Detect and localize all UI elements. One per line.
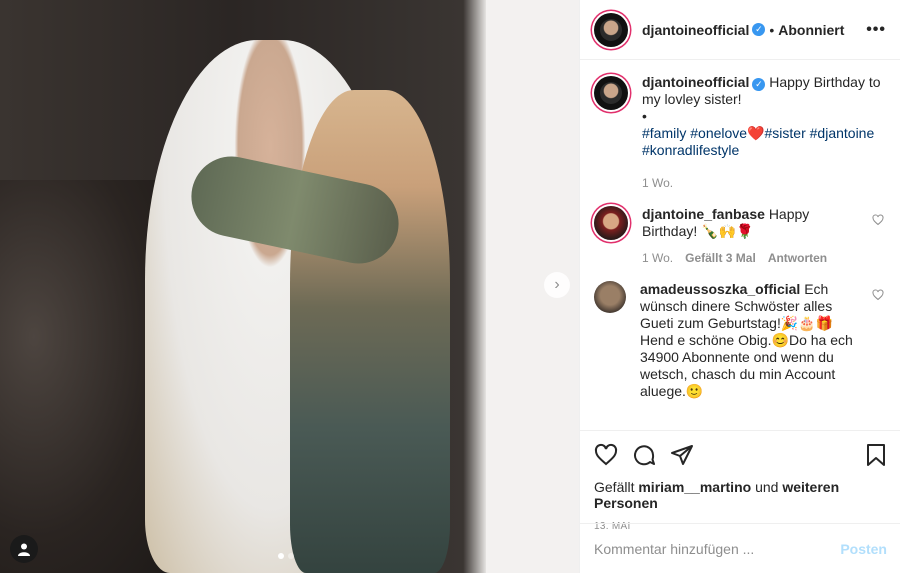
caption-author-avatar[interactable] xyxy=(594,76,628,110)
like-comment-heart-icon[interactable] xyxy=(872,214,884,226)
like-heart-icon[interactable] xyxy=(594,443,618,467)
commenter-avatar[interactable] xyxy=(594,281,626,313)
comment-body: djantoine_fanbase Happy Birthday! 🍾🙌🌹 1 … xyxy=(642,206,864,267)
carousel-dot xyxy=(288,553,294,559)
photo-woman xyxy=(290,90,450,573)
caption-row: djantoineofficial ✓ Happy Birthday to my … xyxy=(594,74,884,192)
likes-user-link[interactable]: miriam__martino xyxy=(638,479,751,495)
separator-dot: • xyxy=(769,21,775,38)
comment-meta: 1 Wo. Gefällt 3 Mal Antworten xyxy=(642,250,864,267)
likes-summary: Gefällt miriam__martino und weiteren Per… xyxy=(594,479,887,511)
comment-row: amadeussoszka_official Ech wünsch dinere… xyxy=(594,281,884,400)
caption-time[interactable]: 1 Wo. xyxy=(642,175,673,192)
hashtag-link[interactable]: #onelove xyxy=(690,125,747,141)
comment-bubble-icon[interactable] xyxy=(632,443,656,467)
comment-likes[interactable]: Gefällt 3 Mal xyxy=(685,250,756,267)
tagged-users-button[interactable] xyxy=(10,535,38,563)
comments-list: djantoineofficial ✓ Happy Birthday to my … xyxy=(580,60,900,430)
avatar-face xyxy=(600,18,622,41)
author-username[interactable]: djantoineofficial xyxy=(642,22,749,38)
caption-body: djantoineofficial ✓ Happy Birthday to my … xyxy=(642,74,884,192)
hashtag-link[interactable]: #family xyxy=(642,125,686,141)
likes-mid: und xyxy=(755,479,779,495)
action-bar xyxy=(594,431,887,479)
avatar-face xyxy=(600,82,622,104)
post-actions-area: Gefällt miriam__martino und weiteren Per… xyxy=(580,430,900,532)
verified-badge-icon: ✓ xyxy=(752,23,766,36)
caption-bullet: • xyxy=(642,108,647,124)
follow-status-button[interactable]: Abonniert xyxy=(778,22,844,38)
more-options-icon[interactable]: ••• xyxy=(866,21,886,39)
post-header: djantoineofficial ✓ • Abonniert ••• xyxy=(580,0,900,60)
like-comment-heart-icon[interactable] xyxy=(872,289,884,301)
comment-time[interactable]: 1 Wo. xyxy=(642,250,673,267)
post-side-panel: djantoineofficial ✓ • Abonniert ••• djan… xyxy=(579,0,900,573)
author-avatar[interactable] xyxy=(594,12,628,47)
comment-username[interactable]: amadeussoszka_official xyxy=(640,281,800,297)
share-paper-plane-icon[interactable] xyxy=(670,443,694,467)
comment-row: djantoine_fanbase Happy Birthday! 🍾🙌🌹 1 … xyxy=(594,206,884,267)
hashtag-link[interactable]: #djantoine xyxy=(810,125,875,141)
caption-emoji: ❤️ xyxy=(747,125,765,141)
comment-username[interactable]: djantoine_fanbase xyxy=(642,206,765,222)
carousel-dot-active xyxy=(278,553,284,559)
reply-button[interactable]: Antworten xyxy=(768,250,827,267)
verified-badge-icon: ✓ xyxy=(752,78,766,91)
post-photo[interactable]: › xyxy=(0,0,579,573)
caption-hashtags: #family #onelove❤️#sister #djantoine #ko… xyxy=(642,125,874,158)
bookmark-icon[interactable] xyxy=(865,443,887,467)
commenter-avatar[interactable] xyxy=(594,206,628,240)
user-icon xyxy=(18,543,30,556)
caption-username[interactable]: djantoineofficial xyxy=(642,74,749,90)
hashtag-link[interactable]: #konradlifestyle xyxy=(642,142,739,158)
comment-input[interactable] xyxy=(594,540,841,557)
hashtag-link[interactable]: #sister xyxy=(765,125,806,141)
comment-text: Ech wünsch dinere Schwöster alles Gueti … xyxy=(640,281,853,399)
caption-meta: 1 Wo. xyxy=(642,175,884,192)
add-comment-box: Posten xyxy=(580,523,900,573)
post-comment-button[interactable]: Posten xyxy=(840,541,887,557)
comment-body: amadeussoszka_official Ech wünsch dinere… xyxy=(640,281,864,400)
chevron-right-icon: › xyxy=(554,276,560,293)
likes-prefix: Gefällt xyxy=(594,479,635,495)
carousel-next-button[interactable]: › xyxy=(544,272,570,298)
carousel-dots xyxy=(278,553,294,559)
